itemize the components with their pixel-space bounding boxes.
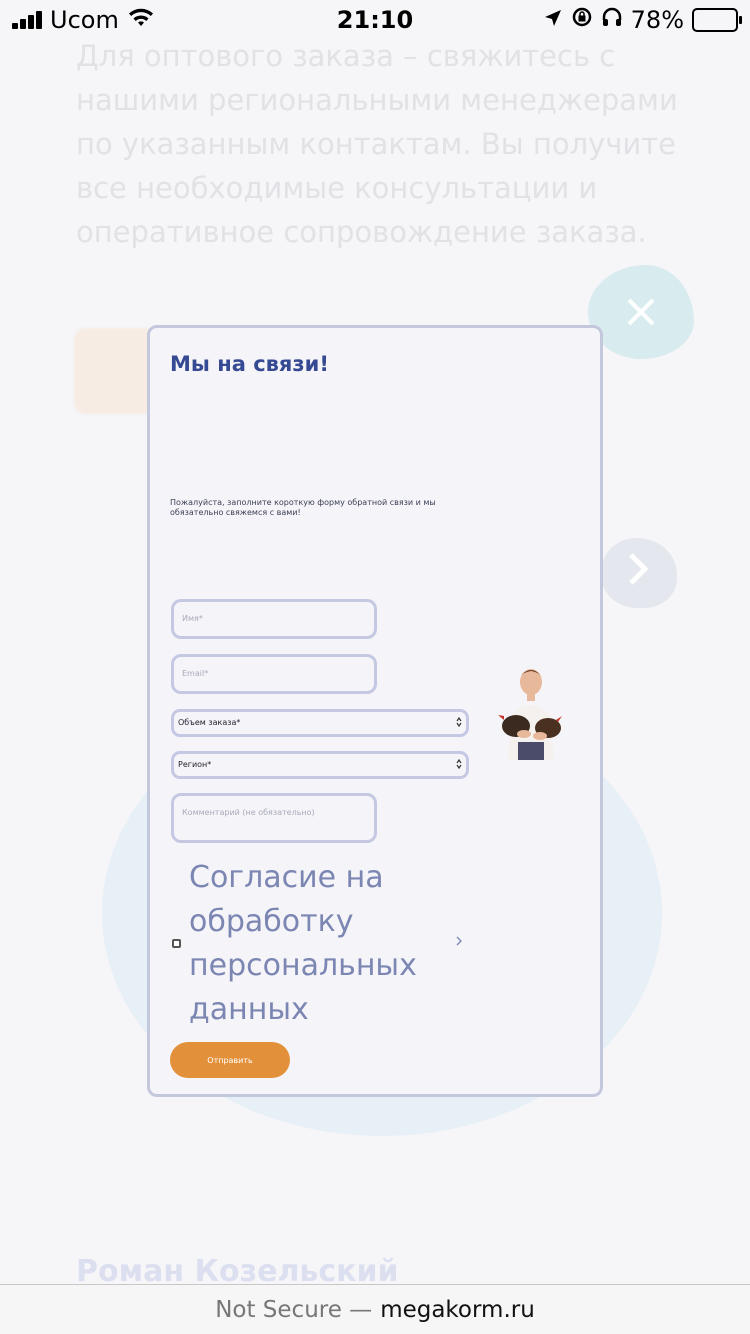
orientation-lock-icon	[571, 6, 593, 34]
close-modal-button[interactable]	[588, 265, 694, 359]
region-select[interactable]: Регион*	[171, 751, 469, 779]
carrier-label: Ucom	[50, 6, 119, 34]
select-arrows-icon	[456, 758, 462, 771]
submit-label: Отправить	[207, 1055, 253, 1065]
wifi-icon	[127, 6, 155, 34]
consent-label[interactable]: Согласие на обработку персональных данны…	[189, 856, 449, 1032]
consent-checkbox[interactable]	[172, 939, 181, 948]
consent-chevron-icon[interactable]	[456, 934, 462, 950]
select-arrows-icon	[456, 716, 462, 729]
cellular-signal-icon	[12, 11, 42, 29]
browser-url-bar[interactable]: Not Secure — megakorm.ru	[0, 1284, 750, 1334]
next-arrow-button[interactable]	[601, 538, 677, 608]
wholesale-info-text: Для оптового заказа – свяжитесь с нашими…	[76, 39, 678, 249]
email-placeholder: Email*	[182, 669, 209, 678]
comment-input[interactable]: Комментарий (не обязательно)	[171, 793, 377, 843]
modal-description: Пожалуйста, заполните короткую форму обр…	[170, 498, 436, 517]
order-volume-select[interactable]: Объем заказа*	[171, 709, 469, 737]
farmer-with-chickens-image	[494, 660, 568, 760]
submit-button[interactable]: Отправить	[170, 1042, 290, 1078]
modal-title: Мы на связи!	[170, 352, 329, 376]
name-input[interactable]: Имя*	[171, 599, 377, 639]
chevron-right-icon	[627, 551, 651, 596]
email-input[interactable]: Email*	[171, 654, 377, 694]
comment-placeholder: Комментарий (не обязательно)	[182, 808, 315, 817]
battery-icon	[692, 8, 742, 32]
battery-percent: 78%	[630, 6, 684, 34]
close-icon	[626, 287, 656, 338]
region-value: Регион*	[178, 760, 212, 769]
headphones-icon	[601, 6, 623, 34]
contact-modal: Мы на связи! Пожалуйста, заполните корот…	[147, 325, 603, 1097]
status-bar: Ucom 21:10 78%	[0, 0, 750, 40]
name-placeholder: Имя*	[182, 614, 203, 623]
url-domain: megakorm.ru	[380, 1296, 535, 1323]
order-volume-value: Объем заказа*	[178, 718, 241, 727]
security-label: Not Secure —	[215, 1296, 373, 1323]
location-icon	[543, 6, 563, 34]
